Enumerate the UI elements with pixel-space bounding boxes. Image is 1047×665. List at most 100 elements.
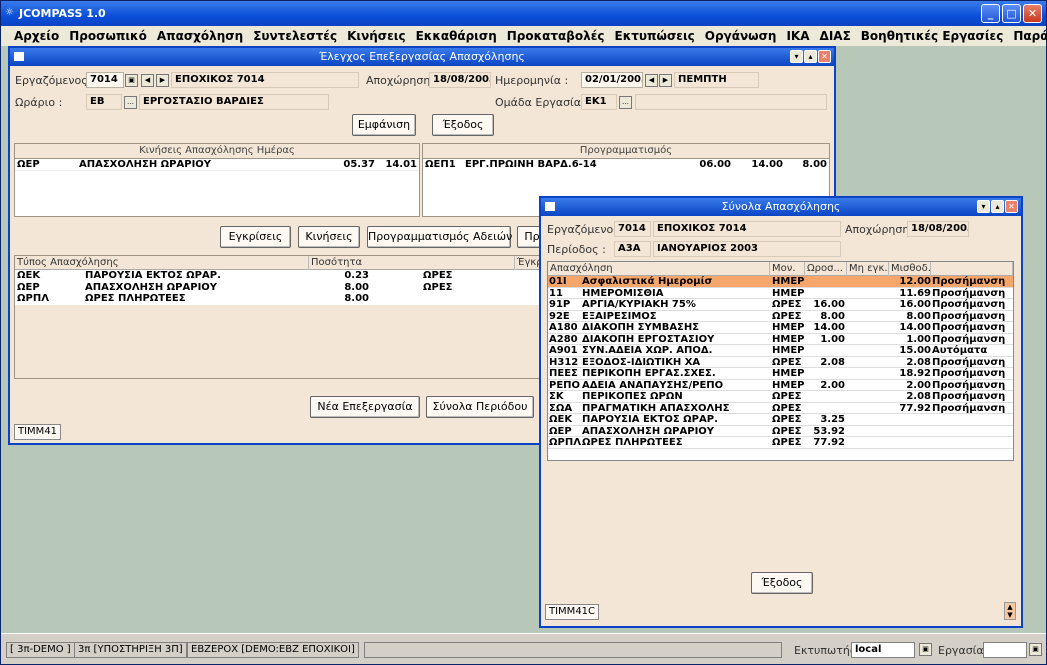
- totals-desc: ΕΞΟΔΟΣ-ΙΔΙΩΤΙΚΗ ΧΑ: [582, 356, 701, 368]
- table-row[interactable]: Η312 ΕΞΟΔΟΣ-ΙΔΙΩΤΙΚΗ ΧΑ ΩΡΕΣ 2.08 2.08 Προσήμ…: [548, 356, 1013, 368]
- totals-exit-button[interactable]: Έξοδος: [751, 572, 813, 594]
- period-totals-button[interactable]: Σύνολα Περιόδου: [426, 396, 534, 418]
- workgroup-lookup-icon[interactable]: …: [619, 96, 632, 109]
- table-row[interactable]: ΣΚ ΠΕΡΙΚΟΠΕΣ ΩΡΩΝ ΩΡΕΣ 2.08 Προσήμανση: [548, 391, 1013, 403]
- lookup-icon[interactable]: ▣: [125, 74, 138, 87]
- totals-code: ΣΩΑ: [549, 402, 573, 414]
- printer-field[interactable]: local: [851, 642, 915, 658]
- approvals-button[interactable]: Εγκρίσεις: [220, 226, 291, 248]
- totals-desc: ΠΕΡΙΚΟΠΗ ΕΡΓΑΣ.ΣΧΕΣ.: [582, 368, 716, 379]
- maximize-button[interactable]: □: [1002, 4, 1021, 23]
- form-code-tag: TIMM41: [14, 424, 62, 440]
- prev-icon[interactable]: ◀: [141, 74, 154, 87]
- menu-item[interactable]: Βοηθητικές Εργασίες: [856, 29, 1009, 43]
- moves-button[interactable]: Κινήσεις: [298, 226, 360, 248]
- table-row[interactable]: ΩΕΡ ΑΠΑΣΧΟΛΗΣΗ ΩΡΑΡΙΟΥ 05.37 14.01: [15, 159, 419, 171]
- spinner-icon[interactable]: ▲ ▼: [1004, 602, 1016, 620]
- menu-item[interactable]: ΔΙΑΣ: [815, 29, 856, 43]
- table-row[interactable]: ΠΕΕΣ ΠΕΡΙΚΟΠΗ ΕΡΓΑΣ.ΣΧΕΣ. ΗΜΕΡ 18.92 Προσήμα…: [548, 368, 1013, 380]
- totals-hours: 3.25: [820, 414, 845, 425]
- column-header[interactable]: Ποσότητα: [309, 256, 515, 270]
- menu-item[interactable]: Παράθυρα: [1008, 29, 1047, 43]
- totals-grid[interactable]: Απασχόληση Μον. Ωροσ... Μη εγκ. Μισθοδ. 01Ι Ασ…: [547, 261, 1014, 461]
- table-row[interactable]: 91Ρ ΑΡΓΙΑ/ΚΥΡΙΑΚΗ 75% ΩΡΕΣ 16.00 16.00 Προσήμ…: [548, 299, 1013, 311]
- table-row[interactable]: ΡΕΠΟ ΑΔΕΙΑ ΑΝΑΠΑΥΣΗΣ/ΡΕΠΟ ΗΜΕΡ 2.00 2.00 Προσ…: [548, 379, 1013, 391]
- date-field[interactable]: 02/01/2003: [581, 72, 643, 88]
- employment-totals-titlebar[interactable]: Σύνολα Απασχόλησης ▾ ▴ ✕: [541, 198, 1021, 216]
- exit-button[interactable]: Έξοδος: [432, 114, 494, 136]
- totals-payroll: 14.00: [899, 322, 931, 333]
- totals-code: ΩΕΚ: [549, 414, 573, 425]
- next-icon[interactable]: ▶: [156, 74, 169, 87]
- table-row[interactable]: ΣΩΑ ΠΡΑΓΜΑΤΙΚΗ ΑΠΑΣΧΟΛΗΣ ΩΡΕΣ 77.92 Προσήμαν…: [548, 402, 1013, 414]
- menu-item[interactable]: ΙΚΑ: [781, 29, 814, 43]
- child-minimize-button[interactable]: ▾: [790, 50, 803, 63]
- totals-desc: ΑΡΓΙΑ/ΚΥΡΙΑΚΗ 75%: [582, 299, 696, 310]
- table-row[interactable]: Α901 ΣΥΝ.ΑΔΕΙΑ ΧΩΡ. ΑΠΟΔ. ΗΜΕΡ 15.00 Αυτόματ…: [548, 345, 1013, 357]
- type-qty: 8.00: [344, 281, 369, 293]
- totals-desc: ΠΡΑΓΜΑΤΙΚΗ ΑΠΑΣΧΟΛΗΣ: [582, 402, 730, 414]
- child-maximize-button[interactable]: ▴: [804, 50, 817, 63]
- totals-departure-label: Αποχώρηση :: [845, 223, 917, 236]
- company-lookup-icon[interactable]: ▣: [1029, 643, 1042, 656]
- employee-code-field[interactable]: 7014: [86, 72, 124, 88]
- menu-item[interactable]: Προσωπικό: [64, 29, 152, 43]
- printer-lookup-icon[interactable]: ▣: [919, 643, 932, 656]
- totals-desc: ΑΔΕΙΑ ΑΝΑΠΑΥΣΗΣ/ΡΕΠΟ: [582, 379, 724, 391]
- totals-code: 91Ρ: [549, 299, 571, 310]
- app-title: JCOMPASS 1.0: [19, 7, 106, 20]
- period-name: ΙΑΝΟΥΑΡΙΟΣ 2003: [653, 241, 841, 257]
- totals-code: Η312: [549, 356, 579, 368]
- table-row[interactable]: Α280 ΔΙΑΚΟΠΗ ΕΡΓΟΣΤΑΣΙΟΥ ΗΜΕΡ 1.00 1.00 Προσή…: [548, 334, 1013, 345]
- departure-label: Αποχώρηση :: [366, 74, 438, 87]
- table-row[interactable]: Α180 ΔΙΑΚΟΠΗ ΣΥΜΒΑΣΗΣ ΗΜΕΡ 14.00 14.00 Προσήμ…: [548, 322, 1013, 334]
- table-row[interactable]: 92Ε ΕΞΑΙΡΕΣΙΜΟΣ ΩΡΕΣ 8.00 8.00 Προσήμανση: [548, 310, 1013, 322]
- employment-check-titlebar[interactable]: Έλεγχος Επεξεργασίας Απασχόλησης ▾ ▴ ✕: [10, 48, 834, 66]
- table-row[interactable]: ΩΕΡ ΑΠΑΣΧΟΛΗΣΗ ΩΡΑΡΙΟΥ ΩΡΕΣ 53.92: [548, 426, 1013, 437]
- menu-item[interactable]: Κινήσεις: [342, 29, 411, 43]
- totals-unit: ΩΡΕΣ: [772, 310, 802, 322]
- company-field[interactable]: [983, 642, 1027, 658]
- column-header[interactable]: Τύπος Απασχόλησης: [15, 256, 309, 270]
- minimize-button[interactable]: _: [981, 4, 1000, 23]
- menu-item[interactable]: Εκτυπώσεις: [610, 29, 700, 43]
- child-close-button[interactable]: ✕: [818, 50, 831, 63]
- table-row[interactable]: 11 ΗΜΕΡΟΜΙΣΘΙΑ ΗΜΕΡ 11.69 Προσήμανση: [548, 288, 1013, 299]
- day-moves-grid[interactable]: ΩΕΡ ΑΠΑΣΧΟΛΗΣΗ ΩΡΑΡΙΟΥ 05.37 14.01: [15, 159, 419, 216]
- window-menu-icon[interactable]: [545, 202, 555, 211]
- table-row[interactable]: ΩΕΠ1 ΕΡΓ.ΠΡΩΙΝΗ ΒΑΡΔ.6-14 06.00 14.00 8.00: [423, 159, 829, 171]
- totals-minimize-button[interactable]: ▾: [977, 200, 990, 213]
- close-button[interactable]: ✕: [1023, 4, 1042, 23]
- menu-item[interactable]: Οργάνωση: [700, 29, 782, 43]
- column-header[interactable]: Μισθοδ.: [889, 262, 931, 276]
- plan-from: 06.00: [699, 159, 731, 170]
- totals-unit: ΗΜΕΡ: [772, 345, 805, 356]
- menu-item[interactable]: Αρχείο: [9, 29, 64, 43]
- schedule-code-field[interactable]: ΕΒ: [86, 94, 122, 110]
- date-prev-icon[interactable]: ◀: [645, 74, 658, 87]
- table-row[interactable]: ΩΡΠΛ ΩΡΕΣ ΠΛΗΡΩΤΕΕΣ ΩΡΕΣ 77.92: [548, 437, 1013, 449]
- table-row[interactable]: ΩΕΚ ΠΑΡΟΥΣΙΑ ΕΚΤΟΣ ΩΡΑΡ. ΩΡΕΣ 3.25: [548, 414, 1013, 426]
- column-header[interactable]: Μη εγκ.: [847, 262, 889, 276]
- date-next-icon[interactable]: ▶: [659, 74, 672, 87]
- menu-bar: Αρχείο Προσωπικό Απασχόληση Συντελεστές Κινή…: [1, 26, 1047, 46]
- menu-item[interactable]: Απασχόληση: [152, 29, 248, 43]
- totals-close-button[interactable]: ✕: [1005, 200, 1018, 213]
- show-button[interactable]: Εμφάνιση: [352, 114, 416, 136]
- menu-item[interactable]: Προκαταβολές: [502, 29, 610, 43]
- leave-planning-button[interactable]: Προγραμματισμός Αδειών: [367, 226, 512, 248]
- column-header[interactable]: Μον.: [770, 262, 805, 276]
- totals-maximize-button[interactable]: ▴: [991, 200, 1004, 213]
- window-menu-icon[interactable]: [14, 52, 24, 61]
- totals-mode: Αυτόματα: [932, 345, 988, 356]
- schedule-lookup-icon[interactable]: …: [124, 96, 137, 109]
- workgroup-code-field[interactable]: ΕΚ1: [581, 94, 617, 110]
- menu-item[interactable]: Εκκαθάριση: [411, 29, 502, 43]
- table-row[interactable]: 01Ι Ασφαλιστικά Ημερομίσ ΗΜΕΡ 12.00 Προσήμαν…: [548, 276, 1013, 288]
- column-header[interactable]: Απασχόληση: [548, 262, 770, 276]
- new-processing-button[interactable]: Νέα Επεξεργασία: [310, 396, 420, 418]
- menu-item[interactable]: Συντελεστές: [248, 29, 342, 43]
- column-header[interactable]: Ωροσ...: [805, 262, 847, 276]
- app-titlebar[interactable]: ☼ JCOMPASS 1.0 _ □ ✕: [1, 1, 1046, 26]
- column-header[interactable]: [931, 262, 1013, 276]
